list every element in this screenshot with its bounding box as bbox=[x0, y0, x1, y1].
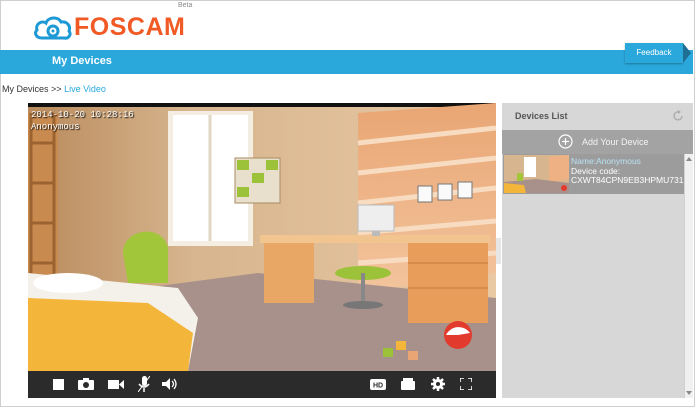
video-camera-name: Anonymous bbox=[31, 122, 80, 132]
storage-icon[interactable] bbox=[400, 376, 416, 392]
fullscreen-icon[interactable] bbox=[458, 376, 474, 392]
scroll-up-icon[interactable] bbox=[686, 157, 692, 161]
add-device-button[interactable]: Add Your Device bbox=[502, 130, 693, 154]
devices-panel-header: Devices List bbox=[502, 103, 693, 127]
refresh-icon[interactable] bbox=[672, 109, 684, 121]
nav-item-my-devices[interactable]: My Devices bbox=[52, 55, 112, 67]
record-video-icon[interactable] bbox=[108, 376, 124, 392]
breadcrumb: My Devices >> Live Video bbox=[2, 84, 106, 94]
add-circle-icon bbox=[558, 134, 573, 149]
live-video-view[interactable]: 2014-10-20 10:28:16 Anonymous bbox=[28, 103, 496, 371]
device-thumbnail bbox=[504, 155, 569, 193]
devices-scrollbar[interactable] bbox=[684, 154, 693, 398]
breadcrumb-current[interactable]: Live Video bbox=[64, 84, 106, 94]
foscam-logo: FOSCAM bbox=[34, 12, 185, 40]
device-code: CXWT84CPN9EB3HPMU731 bbox=[571, 175, 684, 185]
panel-collapse-handle[interactable] bbox=[496, 238, 501, 264]
feedback-button[interactable]: Feedback bbox=[625, 43, 683, 63]
device-list-item[interactable]: Name:Anonymous Device code: CXWT84CPN9EB… bbox=[503, 154, 685, 194]
settings-gear-icon[interactable] bbox=[430, 376, 446, 392]
stop-icon[interactable] bbox=[50, 376, 66, 392]
breadcrumb-separator: >> bbox=[51, 84, 62, 94]
feedback-tab-fold bbox=[683, 43, 691, 63]
video-frame-image bbox=[28, 103, 496, 371]
add-device-label: Add Your Device bbox=[582, 137, 649, 147]
top-navbar: My Devices bbox=[0, 50, 693, 74]
devices-panel: Devices List Add Your Device Name:Anonym… bbox=[502, 103, 693, 398]
beta-badge: Beta bbox=[178, 2, 193, 9]
snapshot-camera-icon[interactable] bbox=[78, 376, 94, 392]
device-name: Name:Anonymous bbox=[571, 156, 641, 166]
hd-quality-icon[interactable]: HD bbox=[370, 376, 386, 392]
hd-label: HD bbox=[373, 382, 383, 389]
scroll-down-icon[interactable] bbox=[686, 391, 692, 395]
microphone-icon[interactable] bbox=[136, 376, 152, 392]
devices-panel-title: Devices List bbox=[515, 111, 568, 121]
breadcrumb-root[interactable]: My Devices bbox=[2, 84, 49, 94]
speaker-icon[interactable] bbox=[162, 376, 178, 392]
logo-text: FOSCAM bbox=[74, 13, 186, 41]
foscam-logo-icon bbox=[34, 14, 72, 40]
video-toolbar: HD bbox=[28, 371, 496, 398]
video-timestamp: 2014-10-20 10:28:16 bbox=[31, 110, 134, 120]
